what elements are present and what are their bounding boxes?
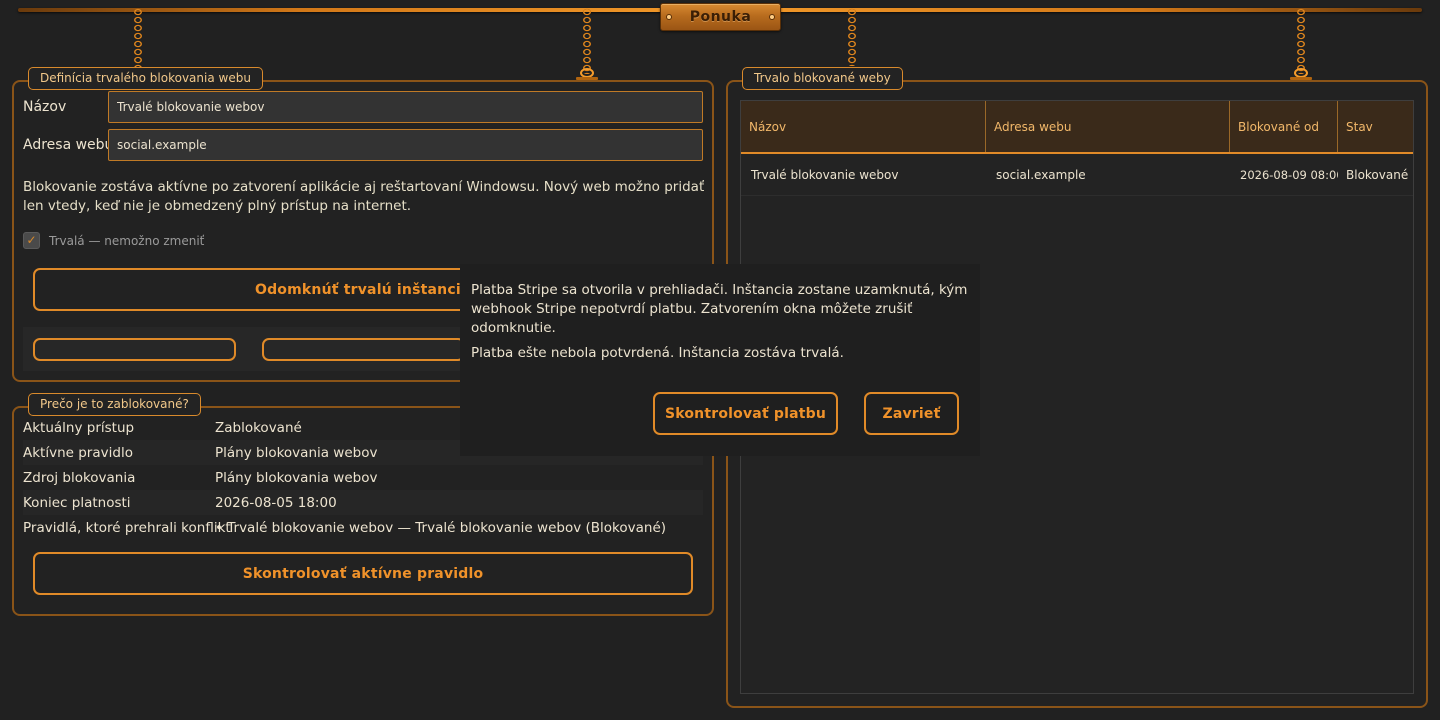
info-key: Aktuálny prístup: [23, 419, 135, 436]
cell-name: Trvalé blokovanie webov: [751, 167, 899, 182]
address-label: Adresa webu: [23, 137, 114, 153]
secondary-button-2[interactable]: [262, 338, 465, 361]
column-header-status[interactable]: Stav: [1338, 101, 1413, 152]
why-blocked-panel-title: Prečo je to zablokované?: [28, 393, 201, 416]
close-dialog-button[interactable]: Zavrieť: [864, 392, 959, 435]
cell-address: social.example: [996, 167, 1086, 182]
address-input[interactable]: [108, 129, 703, 161]
screw-icon: [769, 14, 775, 20]
dialog-status: Platba ešte nebola potvrdená. Inštancia …: [471, 345, 844, 361]
permanent-checkbox-label: Trvalá — nemožno zmeniť: [49, 234, 205, 248]
definition-panel-title: Definícia trvalého blokovania webu: [28, 67, 263, 90]
column-header-name[interactable]: Názov: [741, 101, 986, 152]
info-key: Zdroj blokovania: [23, 469, 136, 486]
check-payment-button[interactable]: Skontrolovať platbu: [653, 392, 838, 435]
info-value: • Trvalé blokovanie webov — Trvalé bloko…: [215, 519, 667, 536]
checkmark-icon: ✓: [26, 233, 37, 247]
column-header-since[interactable]: Blokované od: [1230, 101, 1338, 152]
check-active-rule-button[interactable]: Skontrolovať aktívne pravidlo: [33, 552, 693, 595]
info-row-conflicts: Pravidlá, ktoré prehrali konflikt • Trva…: [23, 515, 703, 540]
cell-status: Blokované: [1346, 167, 1409, 182]
cell-since: 2026-08-09 08:00: [1240, 167, 1338, 182]
payment-dialog: Platba Stripe sa otvorila v prehliadači.…: [460, 264, 980, 456]
dialog-message: Platba Stripe sa otvorila v prehliadači.…: [471, 282, 968, 336]
permanent-checkbox[interactable]: ✓: [23, 232, 40, 249]
column-header-address[interactable]: Adresa webu: [986, 101, 1230, 152]
table-header: Názov Adresa webu Blokované od Stav: [741, 101, 1413, 154]
info-key: Pravidlá, ktoré prehrali konflikt: [23, 519, 231, 536]
screw-icon: [666, 14, 672, 20]
info-key: Aktívne pravidlo: [23, 444, 133, 461]
chain-right-2: [1295, 8, 1307, 74]
info-value: Plány blokovania webov: [215, 469, 378, 486]
info-value: Plány blokovania webov: [215, 444, 378, 461]
chain-left-1: [132, 8, 144, 70]
definition-description: Blokovanie zostáva aktívne po zatvorení …: [23, 179, 705, 214]
info-key: Koniec platnosti: [23, 494, 131, 511]
name-label: Názov: [23, 99, 67, 115]
menu-button[interactable]: Ponuka: [660, 3, 781, 31]
info-row-source: Zdroj blokovania Plány blokovania webov: [23, 465, 703, 490]
chain-right-1: [846, 8, 858, 66]
chain-left-2: [581, 8, 593, 74]
menu-label: Ponuka: [689, 9, 752, 25]
blocked-sites-panel-title: Trvalo blokované weby: [742, 67, 903, 90]
info-value: 2026-08-05 18:00: [215, 494, 337, 511]
name-input[interactable]: [108, 91, 703, 123]
secondary-button-1[interactable]: [33, 338, 236, 361]
table-row[interactable]: Trvalé blokovanie webov social.example 2…: [741, 154, 1413, 196]
info-row-expiry: Koniec platnosti 2026-08-05 18:00: [23, 490, 703, 515]
info-value: Zablokované: [215, 419, 302, 436]
